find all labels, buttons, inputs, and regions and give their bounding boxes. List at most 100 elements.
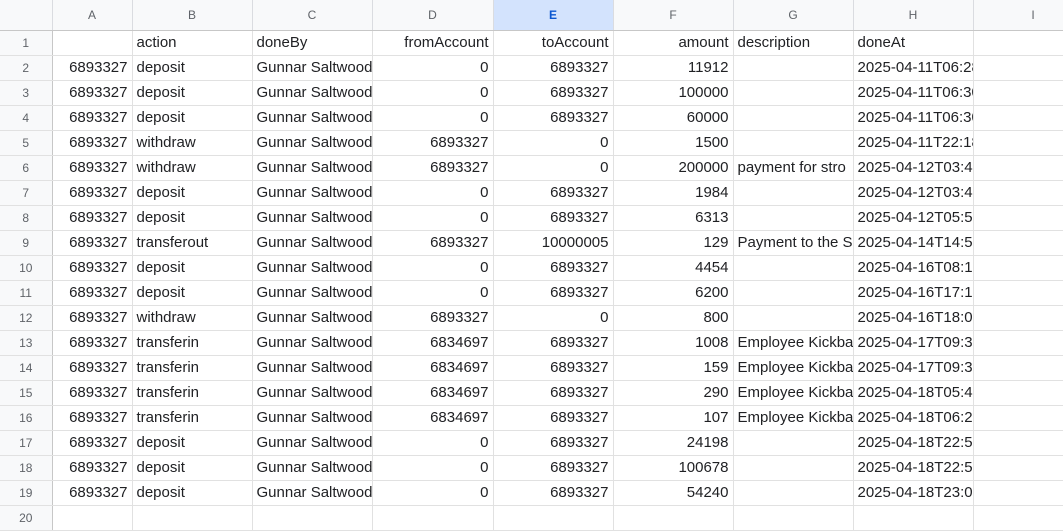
cell-h11[interactable]: 2025-04-16T17:17:28Z [853, 280, 974, 306]
cell-e16[interactable]: 6893327 [493, 405, 614, 431]
cell-b10[interactable]: deposit [132, 255, 253, 281]
cell-i18[interactable] [973, 455, 1063, 481]
cell-a4[interactable]: 6893327 [52, 105, 133, 131]
cell-d1[interactable]: fromAccount [372, 30, 494, 56]
cell-e8[interactable]: 6893327 [493, 205, 614, 231]
row-header[interactable]: 1 [0, 30, 53, 56]
select-all-corner[interactable] [0, 0, 53, 31]
cell-f3[interactable]: 100000 [613, 80, 734, 106]
cell-e19[interactable]: 6893327 [493, 480, 614, 506]
cell-i11[interactable] [973, 280, 1063, 306]
row-header[interactable]: 15 [0, 380, 53, 406]
cell-g7[interactable] [733, 180, 854, 206]
cell-h13[interactable]: 2025-04-17T09:30:43Z [853, 330, 974, 356]
column-header-e[interactable]: E [493, 0, 614, 31]
cell-b3[interactable]: deposit [132, 80, 253, 106]
cell-g3[interactable] [733, 80, 854, 106]
cell-d16[interactable]: 6834697 [372, 405, 494, 431]
cell-h14[interactable]: 2025-04-17T09:35:43Z [853, 355, 974, 381]
column-header-a[interactable]: A [52, 0, 133, 31]
row-header[interactable]: 7 [0, 180, 53, 206]
cell-c2[interactable]: Gunnar Saltwood [252, 55, 373, 81]
cell-b18[interactable]: deposit [132, 455, 253, 481]
cell-a18[interactable]: 6893327 [52, 455, 133, 481]
cell-g18[interactable] [733, 455, 854, 481]
cell-d7[interactable]: 0 [372, 180, 494, 206]
cell-e11[interactable]: 6893327 [493, 280, 614, 306]
cell-d3[interactable]: 0 [372, 80, 494, 106]
cell-b19[interactable]: deposit [132, 480, 253, 506]
row-header[interactable]: 5 [0, 130, 53, 156]
column-header-d[interactable]: D [372, 0, 494, 31]
row-header[interactable]: 16 [0, 405, 53, 431]
cell-f10[interactable]: 4454 [613, 255, 734, 281]
cell-i15[interactable] [973, 380, 1063, 406]
cell-b6[interactable]: withdraw [132, 155, 253, 181]
cell-d9[interactable]: 6893327 [372, 230, 494, 256]
cell-f20[interactable] [613, 505, 734, 531]
cell-c11[interactable]: Gunnar Saltwood [252, 280, 373, 306]
cell-a12[interactable]: 6893327 [52, 305, 133, 331]
cell-f18[interactable]: 100678 [613, 455, 734, 481]
cell-c8[interactable]: Gunnar Saltwood [252, 205, 373, 231]
cell-i13[interactable] [973, 330, 1063, 356]
cell-g17[interactable] [733, 430, 854, 456]
cell-c13[interactable]: Gunnar Saltwood [252, 330, 373, 356]
cell-e3[interactable]: 6893327 [493, 80, 614, 106]
cell-h7[interactable]: 2025-04-12T03:48:55Z [853, 180, 974, 206]
cell-a1[interactable] [52, 30, 133, 56]
cell-e1[interactable]: toAccount [493, 30, 614, 56]
row-header[interactable]: 11 [0, 280, 53, 306]
cell-h4[interactable]: 2025-04-11T06:30:37Z [853, 105, 974, 131]
cell-b4[interactable]: deposit [132, 105, 253, 131]
cell-i20[interactable] [973, 505, 1063, 531]
cell-a2[interactable]: 6893327 [52, 55, 133, 81]
cell-a8[interactable]: 6893327 [52, 205, 133, 231]
cell-g10[interactable] [733, 255, 854, 281]
cell-g15[interactable]: Employee Kickba [733, 380, 854, 406]
cell-a7[interactable]: 6893327 [52, 180, 133, 206]
cell-h20[interactable] [853, 505, 974, 531]
cell-f7[interactable]: 1984 [613, 180, 734, 206]
cell-b20[interactable] [132, 505, 253, 531]
cell-g4[interactable] [733, 105, 854, 131]
row-header[interactable]: 9 [0, 230, 53, 256]
cell-i1[interactable] [973, 30, 1063, 56]
cell-f16[interactable]: 107 [613, 405, 734, 431]
cell-g20[interactable] [733, 505, 854, 531]
cell-g12[interactable] [733, 305, 854, 331]
cell-f2[interactable]: 11912 [613, 55, 734, 81]
cell-i4[interactable] [973, 105, 1063, 131]
cell-d10[interactable]: 0 [372, 255, 494, 281]
cell-c16[interactable]: Gunnar Saltwood [252, 405, 373, 431]
cell-e13[interactable]: 6893327 [493, 330, 614, 356]
column-header-i[interactable]: I [973, 0, 1063, 31]
cell-g14[interactable]: Employee Kickba [733, 355, 854, 381]
cell-c4[interactable]: Gunnar Saltwood [252, 105, 373, 131]
cell-a6[interactable]: 6893327 [52, 155, 133, 181]
column-header-g[interactable]: G [733, 0, 854, 31]
cell-d11[interactable]: 0 [372, 280, 494, 306]
row-header[interactable]: 17 [0, 430, 53, 456]
cell-b7[interactable]: deposit [132, 180, 253, 206]
cell-h2[interactable]: 2025-04-11T06:28:09Z [853, 55, 974, 81]
cell-d2[interactable]: 0 [372, 55, 494, 81]
cell-d20[interactable] [372, 505, 494, 531]
cell-a3[interactable]: 6893327 [52, 80, 133, 106]
column-header-h[interactable]: H [853, 0, 974, 31]
cell-g2[interactable] [733, 55, 854, 81]
cell-i2[interactable] [973, 55, 1063, 81]
column-header-c[interactable]: C [252, 0, 373, 31]
cell-c10[interactable]: Gunnar Saltwood [252, 255, 373, 281]
cell-a16[interactable]: 6893327 [52, 405, 133, 431]
cell-i16[interactable] [973, 405, 1063, 431]
cell-h17[interactable]: 2025-04-18T22:57:38Z [853, 430, 974, 456]
cell-e10[interactable]: 6893327 [493, 255, 614, 281]
cell-i8[interactable] [973, 205, 1063, 231]
cell-f13[interactable]: 1008 [613, 330, 734, 356]
cell-e15[interactable]: 6893327 [493, 380, 614, 406]
cell-f12[interactable]: 800 [613, 305, 734, 331]
row-header[interactable]: 4 [0, 105, 53, 131]
cell-b8[interactable]: deposit [132, 205, 253, 231]
cell-h8[interactable]: 2025-04-12T05:50:41Z [853, 205, 974, 231]
